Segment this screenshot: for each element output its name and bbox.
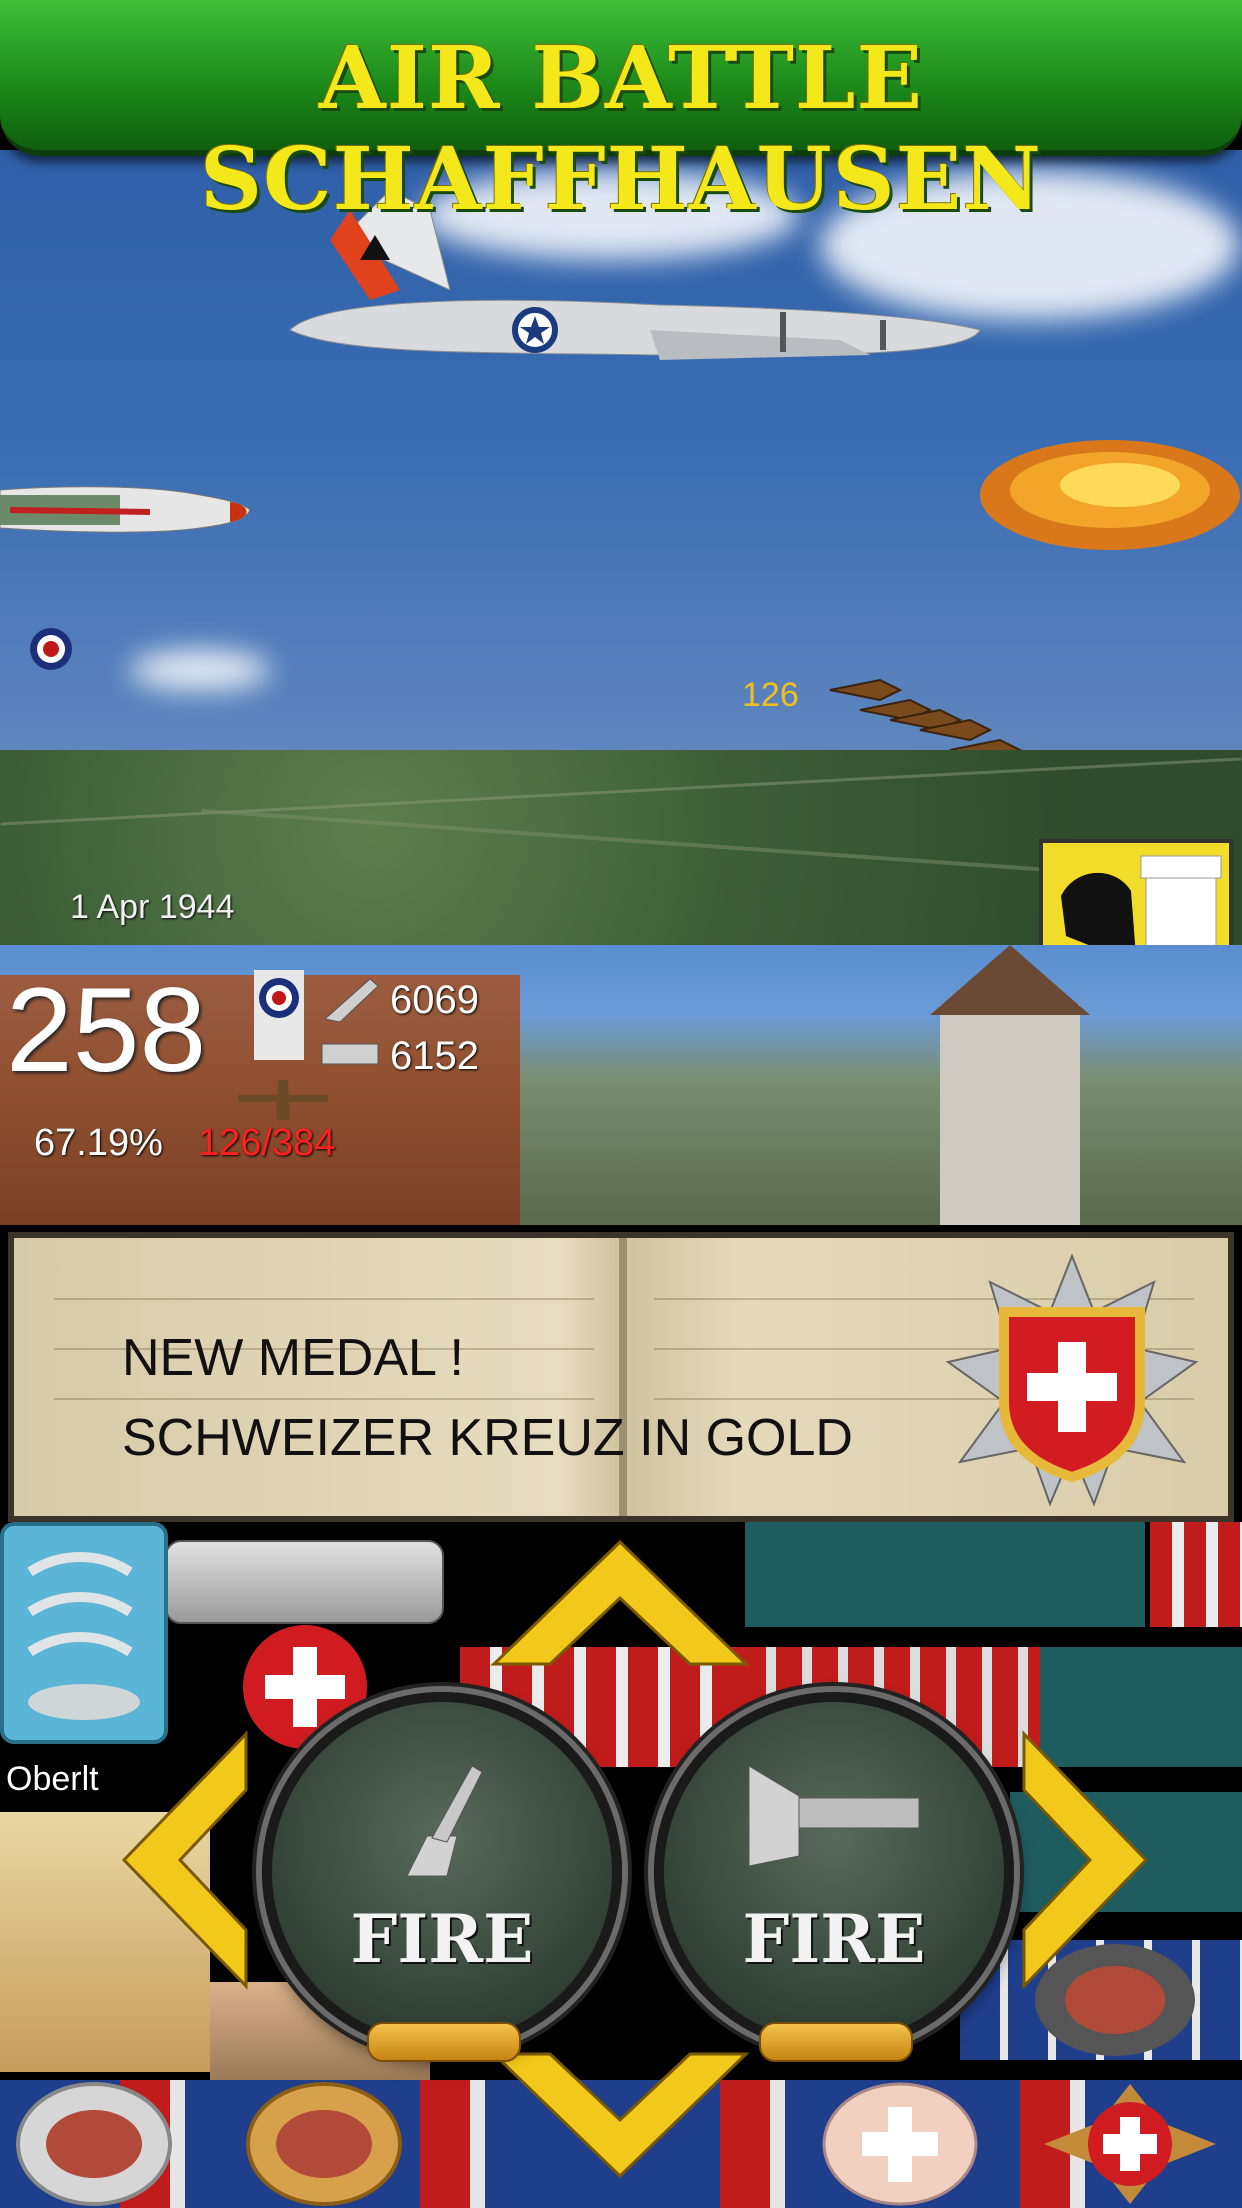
explosion [980, 440, 1240, 550]
sky-scene [0, 150, 1242, 750]
raf-roundel-icon [254, 970, 304, 1060]
fighter-icon [323, 978, 379, 1023]
helmet-medal-icon [16, 2082, 172, 2206]
notification-title: NEW MEDAL ! [122, 1329, 464, 1387]
fighter-icon [321, 1043, 379, 1065]
formation-counter: 126 [742, 676, 799, 714]
fire-label: FIRE [350, 1900, 534, 1978]
helmet-medal-icon [246, 2082, 402, 2206]
swiss-cross-medal-icon [1044, 2084, 1216, 2204]
fighter-kills-value: 6069 [390, 978, 479, 1022]
mission-date: 1 Apr 1944 [70, 888, 235, 926]
rank-label: Oberlt [6, 1760, 99, 1798]
machinegun-icon [406, 1765, 483, 1877]
bomber-formation [829, 678, 1023, 750]
cannon-icon [748, 1765, 920, 1867]
arrow-up-icon[interactable] [490, 1538, 750, 1668]
arrow-right-icon[interactable] [1020, 1730, 1150, 1990]
fighter-aircraft [0, 486, 251, 533]
swiss-cross-medal-icon [945, 1253, 1199, 1507]
score-value: 258 [6, 963, 207, 1097]
swiss-cross-medal-icon [822, 2082, 978, 2206]
medal-name: SCHWEIZER KREUZ IN GOLD [122, 1409, 853, 1467]
bomber-ratio: 126/384 [198, 1122, 336, 1164]
arrow-left-icon[interactable] [120, 1730, 250, 1990]
scroll-ornament [759, 2022, 913, 2062]
scroll-ornament [367, 2022, 521, 2062]
game-title: AIR BATTLE SCHAFFHAUSEN [200, 28, 1042, 230]
accuracy-percent: 67.19% [34, 1122, 163, 1164]
fire-label: FIRE [742, 1900, 926, 1978]
fire-cannon-button[interactable]: FIRE [654, 1692, 1014, 2062]
rank-insignia-icon[interactable] [0, 1522, 168, 1744]
bomber-icon [238, 1080, 328, 1120]
raf-roundel-icon [30, 628, 72, 670]
arrow-down-icon[interactable] [490, 2050, 750, 2180]
ground-kills-value: 6152 [390, 1034, 479, 1078]
fire-machinegun-button[interactable]: FIRE [262, 1692, 622, 2062]
